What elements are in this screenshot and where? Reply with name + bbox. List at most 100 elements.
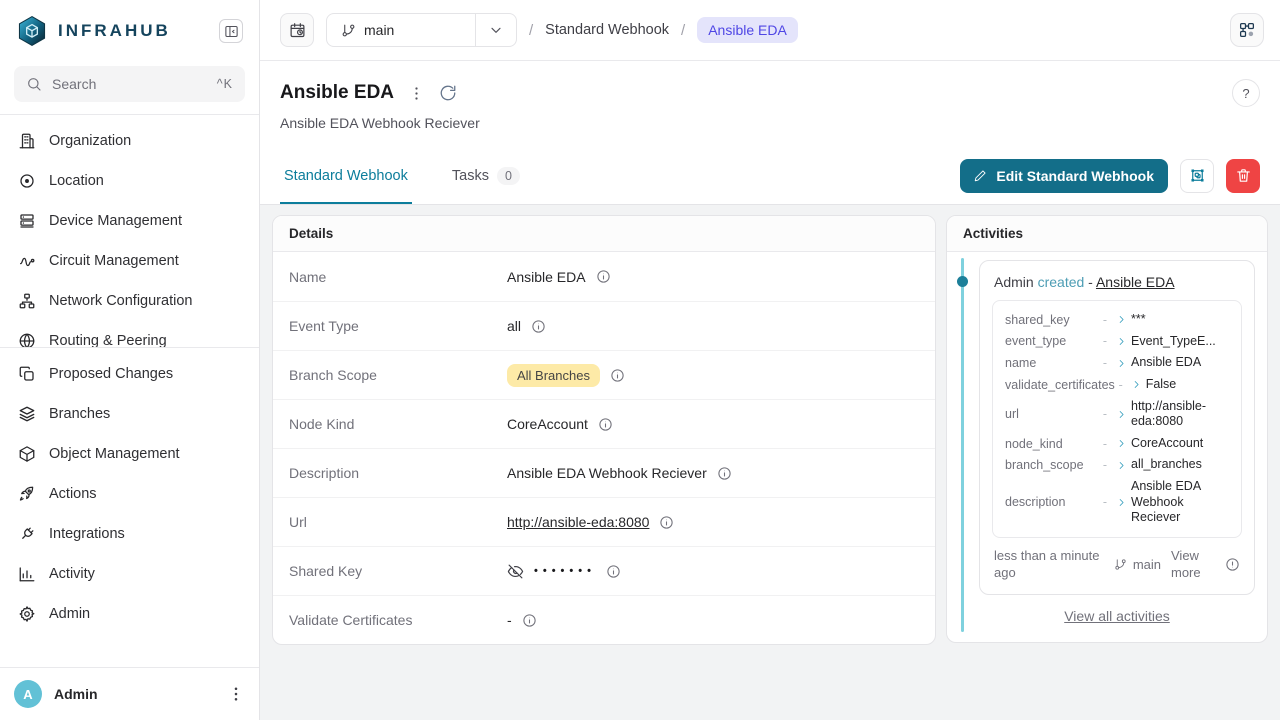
detail-label: Branch Scope	[289, 367, 507, 383]
info-icon[interactable]	[596, 269, 611, 284]
sidebar-item-device-management[interactable]: Device Management	[0, 201, 259, 241]
chevron-right-icon	[1116, 409, 1127, 420]
sidebar-item-proposed-changes[interactable]: Proposed Changes	[0, 354, 259, 394]
page-title: Ansible EDA	[280, 82, 394, 104]
detail-row-node-kind: Node Kind CoreAccount	[273, 399, 935, 448]
property-value: Event_TypeE...	[1131, 334, 1229, 350]
detail-label: Description	[289, 465, 507, 481]
property-name: name	[1005, 356, 1098, 370]
trash-icon	[1235, 167, 1252, 184]
pencil-icon	[974, 169, 987, 182]
sidebar-item-admin[interactable]: Admin	[0, 594, 259, 634]
info-icon[interactable]	[531, 319, 546, 334]
property-row: event_type - Event_TypeE...	[1003, 331, 1231, 353]
chevron-right-icon	[1116, 497, 1127, 508]
sidebar-nav-secondary: Proposed Changes Branches Object Managem…	[0, 348, 259, 640]
url-link[interactable]: http://ansible-eda:8080	[507, 514, 649, 530]
date-picker-button[interactable]	[280, 13, 314, 47]
tab-tasks[interactable]: Tasks 0	[448, 147, 524, 204]
details-panel: Details Name Ansible EDA Event Type all …	[272, 215, 936, 645]
info-icon[interactable]	[610, 368, 625, 383]
user-menu[interactable]: A Admin	[0, 667, 259, 720]
main-area: main / Standard Webhook / Ansible EDA An…	[260, 0, 1280, 720]
info-icon[interactable]	[606, 564, 621, 579]
sidebar-item-branches[interactable]: Branches	[0, 394, 259, 434]
sidebar-item-circuit-management[interactable]: Circuit Management	[0, 241, 259, 281]
chevron-right-icon	[1116, 438, 1127, 449]
user-name: Admin	[54, 686, 215, 702]
view-more-link[interactable]: View more	[1171, 548, 1215, 582]
branch-name: main	[364, 22, 394, 38]
branch-selector[interactable]: main	[326, 13, 517, 47]
property-row: name - Ansible EDA	[1003, 352, 1231, 374]
activity-timestamp: less than a minute ago	[994, 548, 1104, 582]
chevron-right-icon	[1116, 314, 1127, 325]
property-row: shared_key - ***	[1003, 309, 1231, 331]
sidebar-item-organization[interactable]: Organization	[0, 121, 259, 161]
manage-groups-button[interactable]	[1180, 159, 1214, 193]
property-value: Ansible EDA Webhook Reciever	[1131, 479, 1229, 526]
sidebar-collapse-button[interactable]	[219, 19, 243, 43]
property-previous: -	[1098, 313, 1112, 327]
locate-icon	[18, 172, 36, 190]
kebab-menu-icon[interactable]	[227, 685, 245, 703]
search-input[interactable]: Search ^K	[14, 66, 245, 102]
tab-standard-webhook[interactable]: Standard Webhook	[280, 147, 412, 204]
sidebar-item-location[interactable]: Location	[0, 161, 259, 201]
delete-button[interactable]	[1226, 159, 1260, 193]
branch-scope-badge: All Branches	[507, 364, 600, 387]
detail-value: Ansible EDA Webhook Reciever	[507, 465, 707, 481]
activity-branch: main	[1114, 557, 1161, 572]
shared-key-masked: •••••••	[534, 565, 596, 577]
sidebar-item-label: Circuit Management	[49, 253, 179, 269]
info-icon[interactable]	[598, 417, 613, 432]
info-icon[interactable]	[659, 515, 674, 530]
detail-row-shared-key: Shared Key •••••••	[273, 546, 935, 595]
server-icon	[18, 212, 36, 230]
tabs-bar: Standard Webhook Tasks 0 Edit Standard W…	[260, 147, 1280, 205]
property-value: all_branches	[1131, 457, 1229, 473]
property-previous: -	[1098, 458, 1112, 472]
sidebar-item-actions[interactable]: Actions	[0, 474, 259, 514]
activity-properties: shared_key - *** event_type - Event_Type…	[992, 300, 1242, 538]
property-row: url - http://ansible-eda:8080	[1003, 396, 1231, 433]
edit-standard-webhook-button[interactable]: Edit Standard Webhook	[960, 159, 1168, 193]
property-row: node_kind - CoreAccount	[1003, 433, 1231, 455]
property-name: shared_key	[1005, 313, 1098, 327]
sidebar-item-network-configuration[interactable]: Network Configuration	[0, 281, 259, 321]
info-icon[interactable]	[717, 466, 732, 481]
sidebar-item-label: Device Management	[49, 213, 182, 229]
activity-target-link[interactable]: Ansible EDA	[1096, 274, 1175, 290]
calendar-clock-icon	[289, 22, 306, 39]
sidebar-item-label: Organization	[49, 133, 131, 149]
chevron-right-icon	[1116, 460, 1127, 471]
sidebar-item-routing-peering[interactable]: Routing & Peering	[0, 321, 259, 347]
detail-label: Shared Key	[289, 563, 507, 579]
info-icon[interactable]	[522, 613, 537, 628]
layers-icon	[18, 405, 36, 423]
sidebar-item-integrations[interactable]: Integrations	[0, 514, 259, 554]
refresh-icon[interactable]	[439, 84, 457, 102]
workflow-icon	[1238, 21, 1256, 39]
branch-selector-caret[interactable]	[475, 14, 516, 46]
view-all-activities-link[interactable]: View all activities	[1064, 608, 1170, 624]
help-button[interactable]: ?	[1232, 79, 1260, 107]
detail-row-url: Url http://ansible-eda:8080	[273, 497, 935, 546]
info-circle-icon[interactable]	[1225, 557, 1240, 572]
sidebar-item-object-management[interactable]: Object Management	[0, 434, 259, 474]
breadcrumb-current[interactable]: Ansible EDA	[697, 17, 798, 43]
sidebar-item-activity[interactable]: Activity	[0, 554, 259, 594]
activities-timeline: Admin created - Ansible EDA shared_key -…	[947, 252, 1267, 642]
breadcrumb-parent[interactable]: Standard Webhook	[545, 22, 669, 38]
detail-label: Node Kind	[289, 416, 507, 432]
tasks-count-badge: 0	[497, 167, 520, 185]
schema-workflow-button[interactable]	[1230, 13, 1264, 47]
eye-off-icon[interactable]	[507, 563, 524, 580]
sidebar-item-label: Proposed Changes	[49, 366, 173, 382]
title-kebab-menu-icon[interactable]	[408, 85, 425, 102]
detail-row-event-type: Event Type all	[273, 301, 935, 350]
bar-chart-icon	[18, 565, 36, 583]
activity-event-title: Admin created - Ansible EDA	[992, 272, 1242, 300]
detail-label: Event Type	[289, 318, 507, 334]
tab-label: Standard Webhook	[284, 168, 408, 184]
